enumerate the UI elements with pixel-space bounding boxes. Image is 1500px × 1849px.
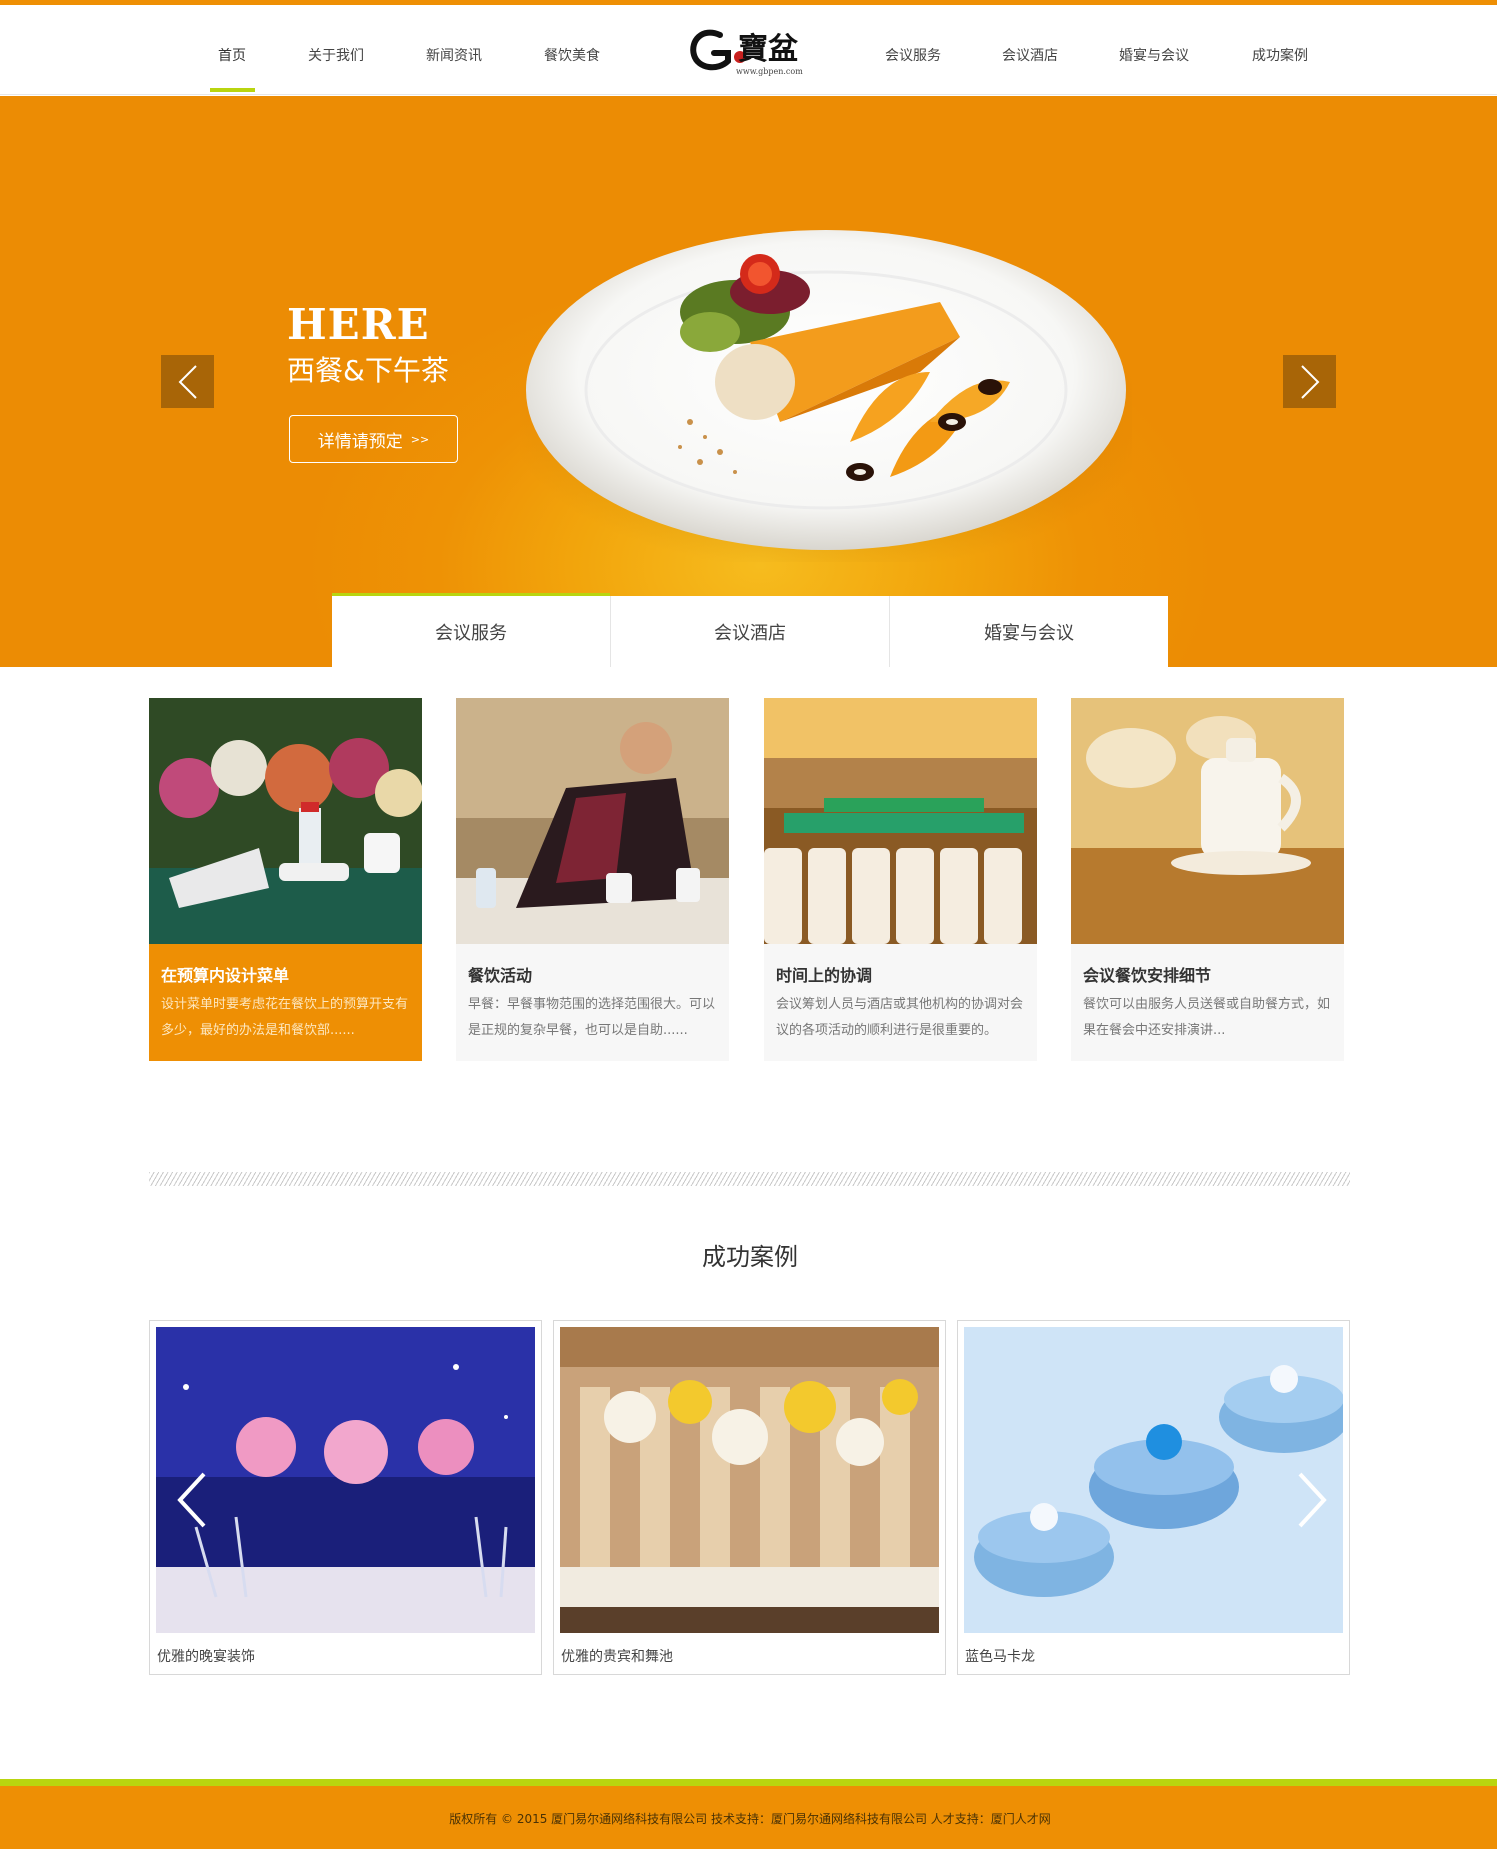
site-footer: 版权所有 © 2015 厦门易尔通网络科技有限公司 技术支持：厦门易尔通网络科技… [0,1786,1500,1849]
service-card-menu-budget[interactable]: 在预算内设计菜单 设计菜单时要考虑花在餐饮上的预算开支有多少，最好的办法是和餐饮… [149,698,422,1061]
card-title: 在预算内设计菜单 [161,966,290,985]
food-plate-image [520,230,1132,562]
lanterns-hall-image [560,1327,939,1633]
card-desc: 会议筹划人员与酒店或其他机构的协调对会议的各项活动的顺利进行是很重要的。 [776,997,1024,1038]
nav-active-indicator [210,88,255,92]
reserve-details-button[interactable]: 详情请预定 >> [289,415,458,463]
section-divider [149,1172,1350,1186]
chevron-right-icon [1298,1472,1327,1528]
hero-title-en: HERE [287,300,430,349]
tab-meeting-hotel[interactable]: 会议酒店 [611,596,890,667]
card-desc: 餐饮可以由服务人员送餐或自助餐方式，如果在餐会中还安排演讲... [1083,997,1331,1038]
nav-item-news[interactable]: 新闻资讯 [426,45,482,65]
service-card-coordination[interactable]: 时间上的协调 会议筹划人员与酒店或其他机构的协调对会议的各项活动的顺利进行是很重… [764,698,1037,1061]
nav-item-home[interactable]: 首页 [218,45,246,65]
tea-cups-image [1071,698,1344,944]
site-header: 首页 关于我们 新闻资讯 餐饮美食 寶盆 www.gbpen.com 会议服务 … [0,5,1500,95]
case-label: 优雅的贵宾和舞池 [561,1649,673,1665]
nav-item-meeting-hotel[interactable]: 会议酒店 [1002,45,1058,65]
footer-accent-line [0,1779,1500,1786]
cases-next-button[interactable] [1292,1470,1332,1530]
svg-text:寶盆: 寶盆 [738,32,799,67]
chevron-right-icon [1300,364,1319,399]
conference-room-image [764,698,1037,944]
cases-prev-button[interactable] [172,1470,212,1530]
tab-meeting-service[interactable]: 会议服务 [332,593,611,667]
card-desc: 设计菜单时要考虑花在餐饮上的预算开支有多少，最好的办法是和餐饮部...... [161,997,409,1038]
case-label: 优雅的晚宴装饰 [157,1649,255,1665]
case-label: 蓝色马卡龙 [965,1649,1035,1665]
case-item-vip-dance[interactable]: 优雅的贵宾和舞池 [553,1320,946,1675]
service-tabs: 会议服务 会议酒店 婚宴与会议 [332,593,1168,667]
waiter-image [456,698,729,944]
nav-item-meeting-service[interactable]: 会议服务 [885,45,941,65]
service-card-catering[interactable]: 餐饮活动 早餐：早餐事物范围的选择范围很大。可以是正规的复杂早餐，也可以是自助.… [456,698,729,1061]
card-title: 餐饮活动 [468,966,533,985]
card-title: 时间上的协调 [776,966,873,985]
service-card-dining-details[interactable]: 会议餐饮安排细节 餐饮可以由服务人员送餐或自助餐方式，如果在餐会中还安排演讲..… [1071,698,1344,1061]
nav-item-wedding[interactable]: 婚宴与会议 [1119,45,1189,65]
copyright-text: 版权所有 © 2015 厦门易尔通网络科技有限公司 技术支持：厦门易尔通网络科技… [449,1812,1051,1826]
chevron-left-icon [178,364,197,399]
reserve-button-arrow: >> [410,432,430,446]
hero-title-cn: 西餐&下午茶 [287,354,449,387]
nav-item-about[interactable]: 关于我们 [308,45,364,65]
logo-url: www.gbpen.com [736,67,803,76]
hero-banner: HERE 西餐&下午茶 详情请预定 >> 会议服务 会议酒店 婚宴与会议 [0,96,1500,667]
nav-item-cases[interactable]: 成功案例 [1252,45,1308,65]
tab-wedding-meeting[interactable]: 婚宴与会议 [890,596,1168,667]
nav-item-dining[interactable]: 餐饮美食 [544,45,600,65]
cases-section-title: 成功案例 [702,1243,798,1271]
banquet-decoration-image [156,1327,535,1633]
hero-prev-button[interactable] [161,355,214,408]
card-desc: 早餐：早餐事物范围的选择范围很大。可以是正规的复杂早餐，也可以是自助...... [468,997,716,1038]
meeting-flowers-image [149,698,422,944]
blue-macaron-image [964,1327,1343,1633]
hero-next-button[interactable] [1283,355,1336,408]
reserve-button-label: 详情请预定 [317,431,403,452]
chevron-left-icon [177,1472,206,1528]
card-title: 会议餐饮安排细节 [1083,966,1212,985]
